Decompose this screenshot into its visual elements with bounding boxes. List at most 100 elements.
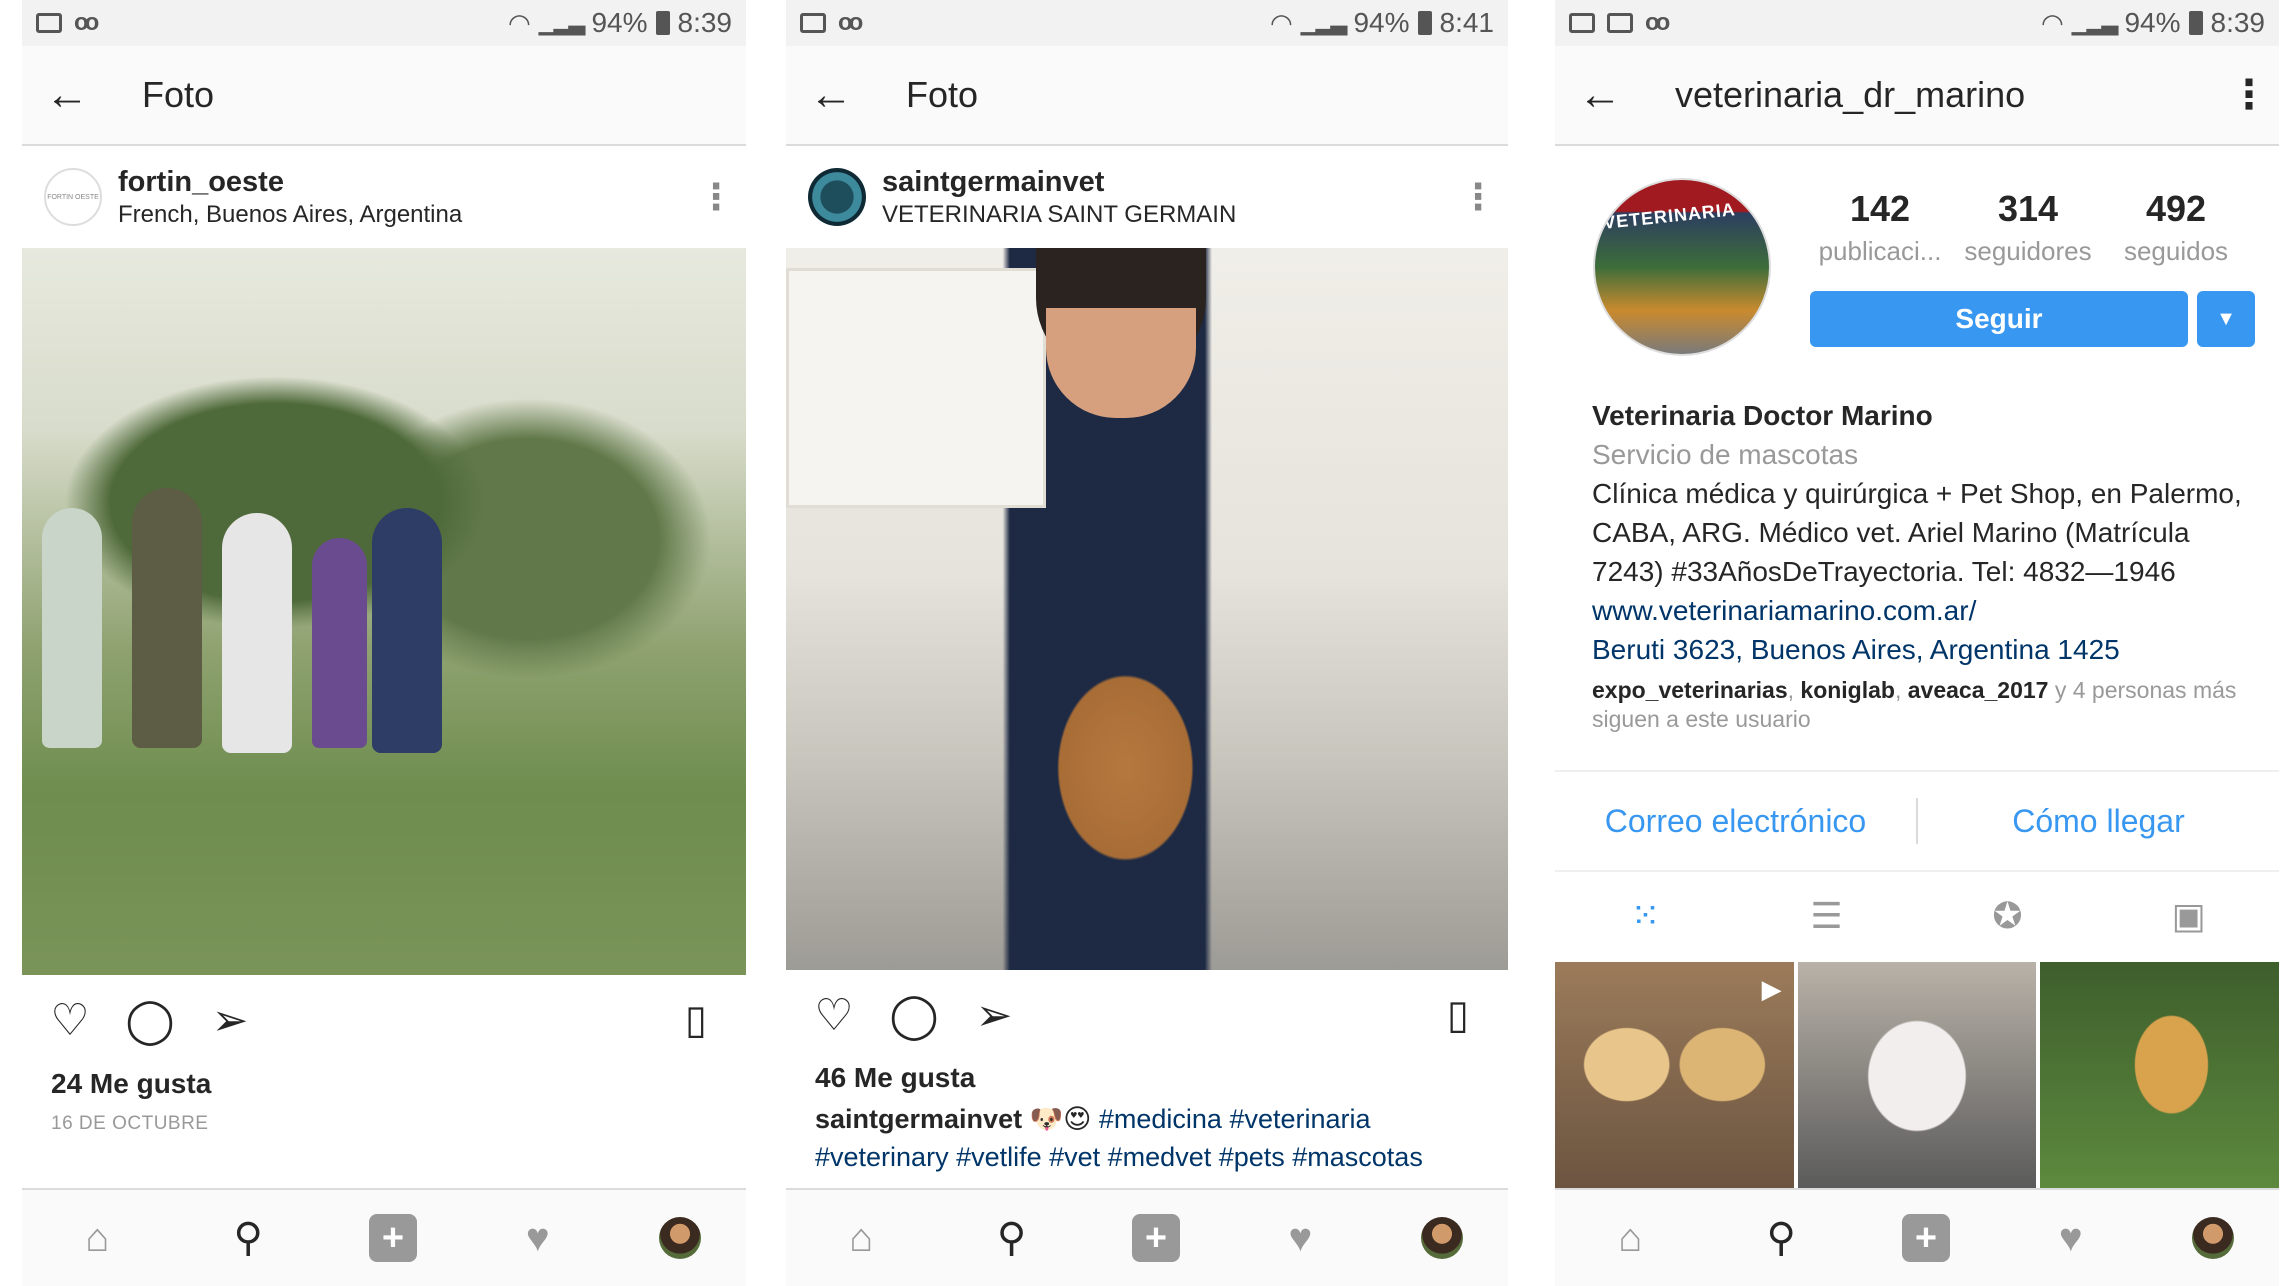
heart-icon[interactable]: ♥ — [1270, 1216, 1330, 1261]
photo-grid: ▶ — [1555, 962, 2279, 1190]
mail-notification-icon — [36, 13, 62, 33]
add-icon[interactable]: + — [368, 1214, 417, 1262]
email-button[interactable]: Correo electrónico — [1555, 803, 1916, 840]
photo-person — [132, 488, 202, 748]
profile-avatar[interactable] — [2191, 1217, 2234, 1259]
more-options-icon[interactable]: ⋮ — [686, 176, 746, 218]
stat-label: seguidos — [2123, 236, 2229, 266]
send-icon[interactable]: ➢ — [954, 990, 1034, 1041]
arrow-left-icon[interactable]: ← — [22, 70, 112, 120]
search-icon[interactable]: ⚲ — [218, 1215, 278, 1261]
avatar[interactable]: FORTIN OESTE — [44, 168, 102, 226]
chevron-down-icon[interactable]: ▼ — [2197, 291, 2255, 347]
more-options-icon[interactable]: ⋮ — [2219, 75, 2279, 115]
add-icon[interactable]: + — [1901, 1214, 1950, 1262]
tagged-photos-icon[interactable]: ▣ — [2159, 895, 2219, 937]
video-icon: ▶ — [1761, 974, 1782, 1004]
home-icon[interactable]: ⌂ — [831, 1216, 891, 1261]
stat-label: publicaci... — [1818, 236, 1942, 266]
more-options-icon[interactable]: ⋮ — [1448, 176, 1508, 218]
star-circle-icon[interactable]: ✪ — [1978, 895, 2038, 937]
clock: 8:41 — [1439, 7, 1495, 38]
post-username[interactable]: fortin_oeste — [118, 166, 462, 199]
follower-name[interactable]: expo_veterinarias — [1592, 677, 1788, 703]
caption-username[interactable]: saintgermainvet — [815, 1104, 1022, 1134]
follow-button[interactable]: Seguir — [1810, 291, 2188, 347]
app-bar: ← Foto — [786, 46, 1508, 146]
search-icon[interactable]: ⚲ — [982, 1215, 1042, 1261]
post-actions: ♡ ◯ ➢ ▯ — [22, 975, 746, 1065]
follower-name[interactable]: koniglab — [1800, 677, 1895, 703]
like-count[interactable]: 46 Me gusta — [815, 1062, 975, 1094]
heart-icon[interactable]: ♥ — [2041, 1216, 2101, 1261]
app-bar: ← veterinaria_dr_marino ⋮ — [1555, 46, 2279, 146]
heart-outline-icon[interactable]: ♡ — [30, 995, 110, 1046]
home-icon[interactable]: ⌂ — [67, 1216, 127, 1261]
battery-percent: 94% — [2124, 7, 2181, 38]
post-location[interactable]: French, Buenos Aires, Argentina — [118, 201, 462, 229]
grid-photo[interactable]: ▶ — [1555, 962, 1794, 1190]
grid-view-icon[interactable]: ⁙ — [1616, 895, 1676, 937]
profile-website-link[interactable]: www.veterinariamarino.com.ar/ — [1592, 591, 2259, 630]
panel-fortin-oeste-post: oo ◠ ▁▂▃ 94% 8:39 ← Foto FORTIN OESTE fo… — [22, 0, 746, 1286]
bookmark-icon[interactable]: ▯ — [1428, 992, 1488, 1038]
comment-icon[interactable]: ◯ — [110, 995, 190, 1046]
caption-hashtags-line1[interactable]: #medicina #veterinaria — [1099, 1104, 1371, 1134]
post-photo[interactable] — [786, 248, 1508, 970]
profile-avatar[interactable] — [658, 1217, 701, 1259]
search-icon[interactable]: ⚲ — [1751, 1215, 1811, 1261]
battery-icon — [655, 11, 670, 35]
voicemail-icon: oo — [1645, 9, 1670, 36]
caption-hashtags-line2[interactable]: #veterinary #vetlife #vet #medvet #pets … — [815, 1142, 1423, 1172]
clock: 8:39 — [677, 7, 733, 38]
bookmark-icon[interactable]: ▯ — [666, 997, 726, 1043]
battery-percent: 94% — [1353, 7, 1410, 38]
profile-avatar[interactable] — [1420, 1217, 1463, 1259]
contact-actions: Correo electrónico Cómo llegar — [1555, 770, 2279, 872]
home-icon[interactable]: ⌂ — [1600, 1216, 1660, 1261]
like-count[interactable]: 24 Me gusta — [51, 1068, 211, 1100]
post-username[interactable]: saintgermainvet — [882, 166, 1236, 199]
heart-outline-icon[interactable]: ♡ — [794, 990, 874, 1041]
comment-icon[interactable]: ◯ — [874, 990, 954, 1041]
post-header: saintgermainvet VETERINARIA SAINT GERMAI… — [786, 146, 1508, 249]
post-actions: ♡ ◯ ➢ ▯ — [786, 970, 1508, 1060]
stat-posts[interactable]: 142 publicaci... — [1810, 188, 1950, 267]
list-view-icon[interactable]: ☰ — [1797, 895, 1857, 937]
stat-value: 492 — [2145, 188, 2207, 229]
battery-icon — [2188, 11, 2203, 35]
send-icon[interactable]: ➢ — [190, 995, 270, 1046]
arrow-left-icon[interactable]: ← — [786, 70, 876, 120]
post-photo[interactable] — [22, 248, 746, 975]
bottom-navigation: ⌂ ⚲ + ♥ — [786, 1188, 1508, 1286]
status-bar: oo ◠ ▁▂▃ 94% 8:39 — [22, 0, 746, 46]
post-caption: saintgermainvet 🐶😍 #medicina #veterinari… — [815, 1100, 1488, 1176]
grid-photo[interactable] — [1797, 962, 2037, 1190]
stat-followers[interactable]: 314 seguidores — [1958, 188, 2098, 267]
arrow-left-icon[interactable]: ← — [1555, 70, 1645, 120]
stat-value: 314 — [1997, 188, 2059, 229]
followed-by[interactable]: expo_veterinarias, koniglab, aveaca_2017… — [1592, 676, 2259, 734]
avatar[interactable] — [808, 168, 866, 226]
clock: 8:39 — [2210, 7, 2266, 38]
heart-icon[interactable]: ♥ — [508, 1216, 568, 1261]
directions-button[interactable]: Cómo llegar — [1918, 803, 2279, 840]
photo-person — [42, 508, 102, 748]
voicemail-icon: oo — [74, 9, 99, 36]
add-icon[interactable]: + — [1131, 1214, 1180, 1262]
profile-address-link[interactable]: Beruti 3623, Buenos Aires, Argentina 142… — [1592, 630, 2259, 669]
page-title: Foto — [142, 74, 215, 115]
follower-name[interactable]: aveaca_2017 — [1908, 677, 2049, 703]
panel-veterinaria-profile: oo ◠ ▁▂▃ 94% 8:39 ← veterinaria_dr_marin… — [1555, 0, 2279, 1286]
profile-name: Veterinaria Doctor Marino — [1592, 400, 1933, 431]
post-location[interactable]: VETERINARIA SAINT GERMAIN — [882, 201, 1236, 229]
profile-avatar-large[interactable]: VETERINARIA — [1593, 178, 1771, 356]
profile-username: veterinaria_dr_marino — [1675, 74, 2026, 115]
profile-bio: Veterinaria Doctor Marino Servicio de ma… — [1592, 396, 2259, 669]
stat-following[interactable]: 492 seguidos — [2106, 188, 2246, 267]
photo-person — [222, 513, 292, 753]
stat-label: seguidores — [1964, 236, 2092, 266]
photo-person — [372, 508, 442, 753]
grid-photo[interactable] — [2040, 962, 2279, 1190]
wifi-icon: ◠ — [2041, 7, 2064, 38]
